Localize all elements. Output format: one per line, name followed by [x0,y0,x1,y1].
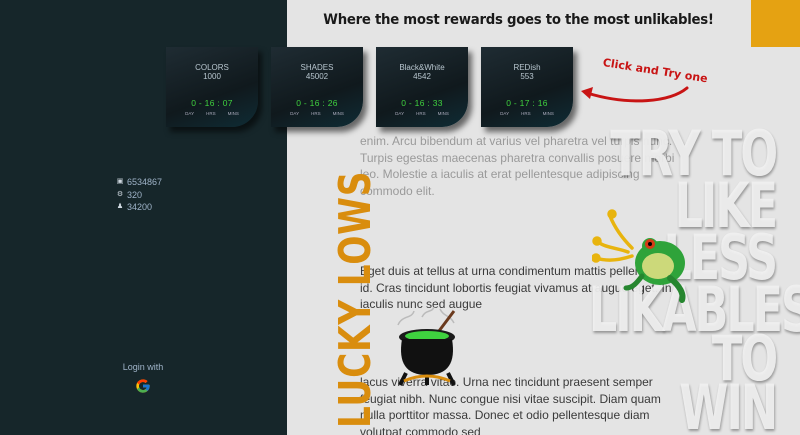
unit-hrs: HRS [206,111,216,116]
stat-value: 6534867 [127,177,163,187]
stat-users: ♟ 34200 [116,201,162,214]
users-icon: ♟ [116,203,124,210]
accent-block [751,0,800,47]
card-shades[interactable]: SHADES 45002 0 - 16 : 26 DAY HRS MINS [271,47,363,127]
card-name: COLORS [195,63,229,72]
timer-units: DAY HRS MINS [271,111,363,116]
unit-day: DAY [395,111,405,116]
overlay-line-6: WIN [679,371,778,435]
unit-mins: MINS [542,111,554,116]
unit-mins: MINS [437,111,449,116]
gear-icon: ⚙ [116,190,124,198]
card-name: Black&White [399,63,445,72]
card-timer: 0 - 17 : 16 [506,98,548,108]
unit-day: DAY [185,111,195,116]
stat-value: 320 [127,189,143,200]
card-count: 1000 [203,72,221,81]
unit-hrs: HRS [521,111,531,116]
stat-value: 34200 [127,202,153,212]
unit-hrs: HRS [311,111,321,116]
unit-day: DAY [290,111,300,116]
card-count: 4542 [413,72,431,81]
frog-icon [592,209,686,303]
card-name: REDish [513,63,541,72]
login-label: Login with [122,362,164,372]
timer-units: DAY HRS MINS [166,111,258,116]
page-headline: Where the most rewards goes to the most … [323,12,714,28]
card-redish[interactable]: REDish 553 0 - 17 : 16 DAY HRS MINS [481,47,573,127]
unit-day: DAY [500,111,510,116]
timer-units: DAY HRS MINS [376,111,468,116]
card-timer: 0 - 16 : 26 [296,98,338,108]
card-count: 553 [520,72,534,81]
unit-hrs: HRS [416,111,426,116]
trash-icon: ▣ [116,178,124,185]
card-count: 45002 [305,72,329,81]
lucky-lows-title: LUCKY LOWS [330,170,381,428]
card-timer: 0 - 16 : 33 [401,98,443,108]
login-section: Login with [110,362,176,394]
google-icon[interactable] [135,378,151,394]
card-name: SHADES [300,63,334,72]
stats-list: ▣ 6534867 ⚙ 320 ♟ 34200 [116,176,162,214]
unit-mins: MINS [227,111,239,116]
stat-gear: ⚙ 320 [116,189,162,202]
card-colors[interactable]: COLORS 1000 0 - 16 : 07 DAY HRS MINS [166,47,258,127]
card-black-white[interactable]: Black&White 4542 0 - 16 : 33 DAY HRS MIN… [376,47,468,127]
timer-units: DAY HRS MINS [481,111,573,116]
card-timer: 0 - 16 : 07 [191,98,233,108]
cauldron-icon [397,306,456,386]
curved-arrow-icon [581,86,689,103]
unit-mins: MINS [332,111,344,116]
stat-trash: ▣ 6534867 [116,176,162,189]
